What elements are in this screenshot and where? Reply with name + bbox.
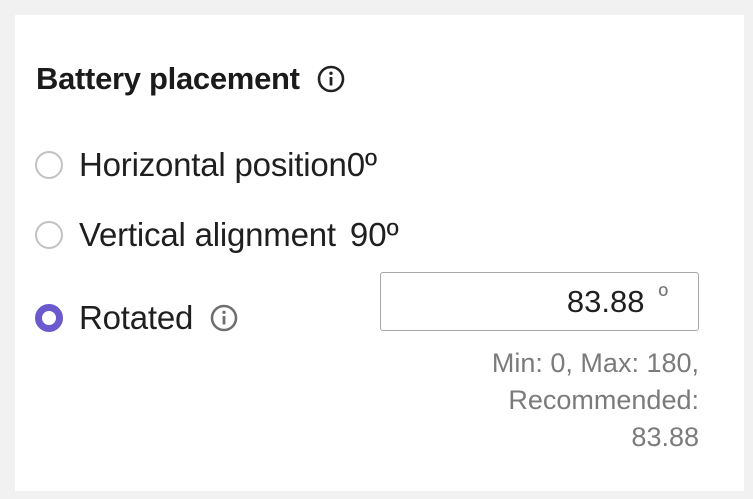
rotation-angle-hint: Min: 0, Max: 180, Recommended: 83.88: [379, 345, 699, 456]
option-vertical-degrees: 90º: [349, 216, 399, 253]
option-rotated[interactable]: Rotated: [35, 299, 239, 337]
radio-vertical[interactable]: [35, 221, 63, 249]
rotated-info-icon[interactable]: [209, 303, 239, 333]
radio-horizontal[interactable]: [35, 151, 63, 179]
option-horizontal[interactable]: Horizontal position 0º: [35, 146, 377, 184]
option-vertical-label: Vertical alignment: [79, 216, 336, 253]
radio-rotated[interactable]: [35, 304, 63, 332]
hint-recommended-label: Recommended:: [508, 385, 699, 415]
battery-placement-card: Battery placement Horizontal position 0º…: [15, 15, 744, 491]
option-vertical[interactable]: Vertical alignment 90º: [35, 216, 399, 254]
hint-range: Min: 0, Max: 180,: [491, 348, 699, 378]
option-rotated-label: Rotated: [79, 299, 194, 336]
rotation-angle-input[interactable]: 83.88 º: [380, 272, 699, 331]
section-header: Battery placement: [36, 59, 346, 99]
hint-recommended-value: 83.88: [631, 422, 699, 452]
info-icon[interactable]: [316, 64, 346, 94]
option-horizontal-label: Horizontal position: [79, 146, 347, 183]
option-horizontal-degrees: 0º: [346, 146, 378, 183]
section-title: Battery placement: [36, 61, 300, 96]
rotation-angle-value[interactable]: 83.88: [567, 284, 645, 320]
degree-unit: º: [658, 280, 669, 310]
